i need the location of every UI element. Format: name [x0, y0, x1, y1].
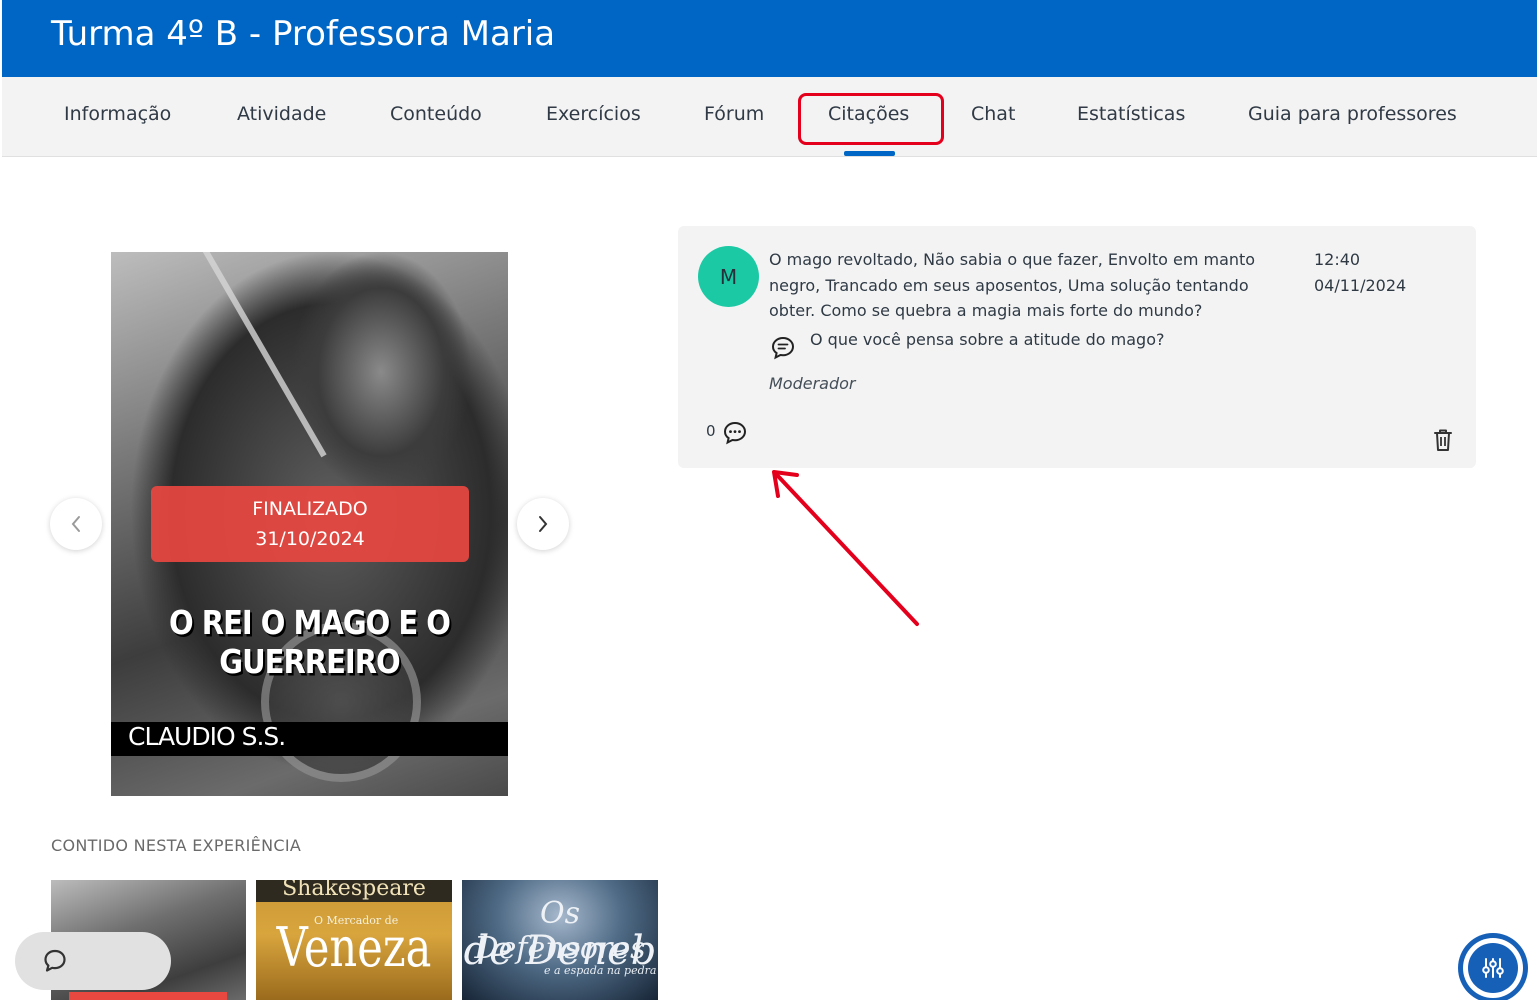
- sliders-icon: [1482, 958, 1504, 978]
- comment-lines-icon: [771, 336, 795, 360]
- tab-guia-professores[interactable]: Guia para professores: [1248, 103, 1457, 125]
- quote-text: O mago revoltado, Não sabia o que fazer,…: [769, 250, 1256, 320]
- app-header: Turma 4º B - Professora Maria: [2, 0, 1537, 77]
- status-label: FINALIZADO: [252, 498, 368, 520]
- tab-informacao[interactable]: Informação: [64, 103, 171, 125]
- thumb-subtitle: e a espada na pedra: [544, 964, 657, 977]
- chevron-right-icon: [539, 516, 548, 532]
- quote-time: 12:40: [1314, 250, 1361, 269]
- active-tab-indicator: [844, 151, 895, 156]
- chat-launcher-button[interactable]: [15, 932, 171, 990]
- status-date: 31/10/2024: [255, 528, 365, 550]
- question-text: O que você pensa sobre a atitude do mago…: [810, 330, 1165, 349]
- mini-status-badge: [69, 992, 227, 1000]
- settings-fab-button[interactable]: [1463, 938, 1523, 998]
- author-role: Moderador: [769, 374, 856, 393]
- tab-exercicios[interactable]: Exercícios: [546, 103, 641, 125]
- tab-bar: Informação Atividade Conteúdo Exercícios…: [2, 77, 1537, 157]
- chat-bubble-icon: [44, 949, 66, 972]
- book-author: CLAUDIO S.S.: [128, 722, 286, 751]
- tab-chat[interactable]: Chat: [971, 103, 1015, 125]
- tab-atividade[interactable]: Atividade: [237, 103, 326, 125]
- thumbnail-book-2[interactable]: Shakespeare O Mercador de Veneza: [256, 880, 452, 1000]
- arrow-annotation: [772, 470, 919, 626]
- carousel-next-button[interactable]: [517, 498, 569, 550]
- quote-date: 04/11/2024: [1314, 275, 1407, 295]
- chevron-left-icon: [71, 516, 80, 532]
- trash-icon[interactable]: [1432, 427, 1454, 453]
- avatar: M: [698, 246, 759, 307]
- thumbnail-book-3[interactable]: Os Defensores de Deneb e a espada na ped…: [462, 880, 658, 1000]
- comment-dots-icon[interactable]: [722, 420, 748, 446]
- cover-art-sword: [201, 252, 327, 458]
- tab-conteudo[interactable]: Conteúdo: [390, 103, 482, 125]
- book-cover[interactable]: FINALIZADO 31/10/2024 O REI O MAGO E O G…: [111, 252, 508, 796]
- tab-estatisticas[interactable]: Estatísticas: [1077, 103, 1185, 125]
- quote-card: M O mago revoltado, Não sabia o que faze…: [678, 226, 1476, 468]
- quote-timestamp: 12:40 04/11/2024: [1314, 247, 1406, 298]
- carousel-prev-button[interactable]: [50, 498, 102, 550]
- section-label: CONTIDO NESTA EXPERIÊNCIA: [51, 836, 302, 855]
- thumb-title: Veneza: [276, 916, 432, 979]
- page-title: Turma 4º B - Professora Maria: [51, 14, 556, 54]
- tab-highlight-annotation: [798, 93, 944, 145]
- thumb-author: Shakespeare: [282, 880, 426, 901]
- book-title: O REI O MAGO E O GUERREIRO: [169, 602, 451, 682]
- status-badge: FINALIZADO 31/10/2024: [151, 486, 469, 562]
- tab-forum[interactable]: Fórum: [704, 103, 764, 125]
- reply-count: 0: [706, 422, 716, 440]
